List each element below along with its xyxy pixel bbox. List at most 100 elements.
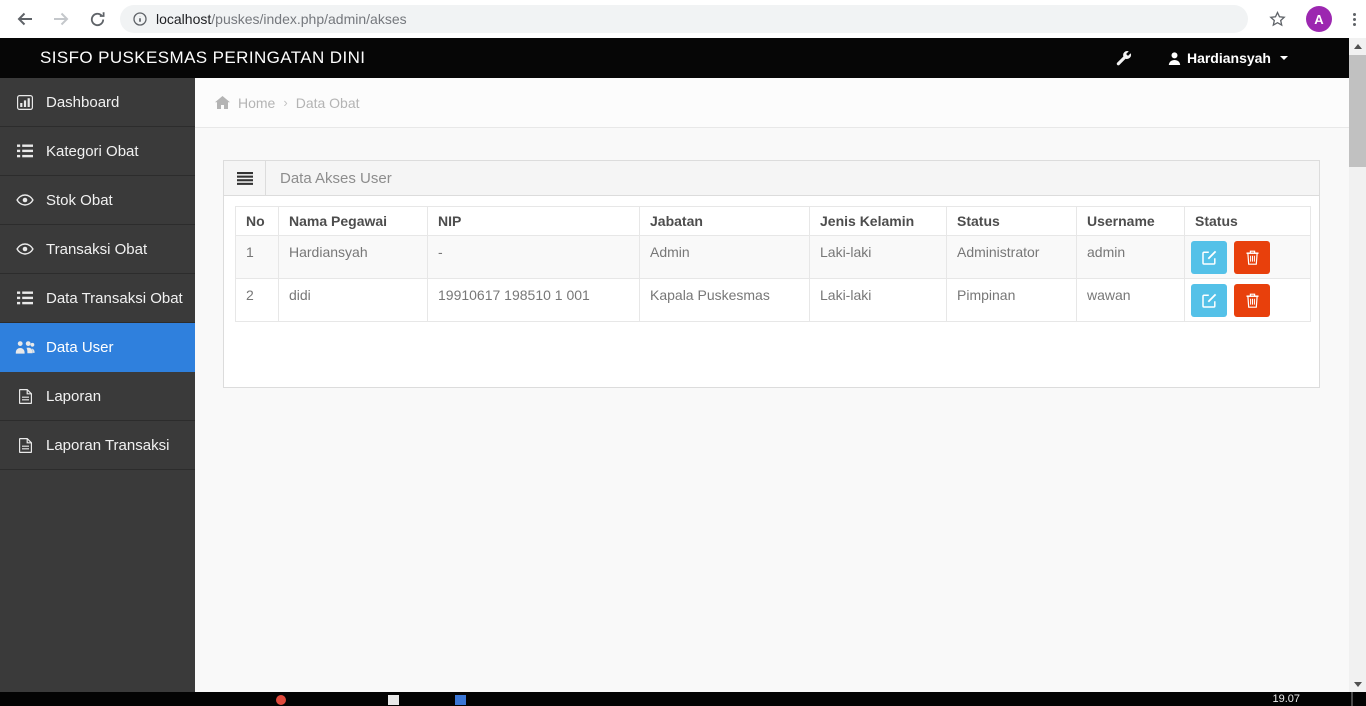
delete-button[interactable] [1234, 283, 1270, 317]
breadcrumb-current: Data Obat [295, 94, 360, 111]
col-header-no: No [235, 206, 279, 236]
sidebar-item-label: Data User [46, 338, 114, 356]
cell-no: 1 [235, 235, 279, 279]
file-icon [15, 388, 35, 404]
list-icon [15, 291, 35, 305]
wrench-icon [1116, 50, 1131, 66]
col-header-jabatan: Jabatan [639, 206, 810, 236]
eye-icon [15, 243, 35, 255]
scrollbar-thumb[interactable] [1349, 55, 1366, 167]
forward-arrow-icon [54, 12, 69, 26]
forward-button[interactable] [46, 4, 76, 34]
bar-chart-icon [15, 94, 35, 110]
col-header-nip: NIP [427, 206, 640, 236]
trash-icon [1246, 293, 1258, 308]
edit-button[interactable] [1191, 283, 1227, 317]
table-header-row: No Nama Pegawai NIP Jabatan Jenis Kelami… [235, 206, 1311, 236]
settings-wrench-button[interactable] [1104, 50, 1144, 66]
panel-header: Data Akses User [224, 161, 1319, 196]
star-icon [1268, 10, 1286, 26]
breadcrumb-home-link[interactable]: Home [238, 95, 275, 111]
col-header-status-actions: Status [1184, 206, 1311, 236]
cell-no: 2 [235, 278, 279, 322]
cell-jenis-kelamin: Laki-laki [809, 235, 947, 279]
user-menu[interactable]: Hardiansyah [1168, 50, 1288, 66]
col-header-status: Status [946, 206, 1077, 236]
trash-icon [1246, 250, 1258, 265]
breadcrumb: Home › Data Obat [195, 78, 1349, 128]
sidebar-item-stok-obat[interactable]: Stok Obat [0, 176, 195, 225]
scroll-up-button[interactable] [1349, 38, 1366, 54]
taskbar-app-icon[interactable] [455, 695, 466, 705]
list-icon [15, 144, 35, 158]
main-content: Home › Data Obat Data Akses User No Nama… [195, 78, 1349, 692]
browser-chrome: localhost/puskes/index.php/admin/akses A [0, 0, 1366, 38]
panel-body: No Nama Pegawai NIP Jabatan Jenis Kelami… [224, 196, 1319, 332]
browser-profile-avatar[interactable]: A [1306, 6, 1332, 32]
cell-nip: - [427, 235, 640, 279]
sidebar-item-laporan-transaksi[interactable]: Laporan Transaksi [0, 421, 195, 470]
sidebar-item-transaksi-obat[interactable]: Transaksi Obat [0, 225, 195, 274]
col-header-jenis-kelamin: Jenis Kelamin [809, 206, 947, 236]
panel-menu-button[interactable] [224, 161, 266, 195]
sidebar-item-kategori-obat[interactable]: Kategori Obat [0, 127, 195, 176]
scroll-down-button[interactable] [1349, 676, 1366, 692]
cell-nama: didi [278, 278, 428, 322]
panel-title: Data Akses User [280, 169, 392, 187]
sidebar-item-data-transaksi-obat[interactable]: Data Transaksi Obat [0, 274, 195, 323]
delete-button[interactable] [1234, 240, 1270, 274]
cell-status: Pimpinan [946, 278, 1077, 322]
url-path: /puskes/index.php/admin/akses [211, 11, 407, 27]
sidebar-item-label: Laporan Transaksi [46, 436, 170, 454]
sidebar-item-label: Data Transaksi Obat [46, 289, 183, 307]
sidebar-item-label: Transaksi Obat [46, 240, 148, 258]
back-button[interactable] [10, 4, 40, 34]
sidebar-item-dashboard[interactable]: Dashboard [0, 78, 195, 127]
sidebar-item-label: Laporan [46, 387, 102, 405]
app-navbar: SISFO PUSKESMAS PERINGATAN DINI Hardians… [0, 38, 1366, 78]
os-taskbar: 19.07 [0, 692, 1366, 706]
breadcrumb-separator: › [283, 95, 288, 110]
cell-jabatan: Kapala Puskesmas [639, 278, 810, 322]
data-akses-panel: Data Akses User No Nama Pegawai NIP Jaba… [223, 160, 1320, 388]
edit-icon [1201, 293, 1216, 308]
user-menu-name: Hardiansyah [1186, 50, 1271, 66]
edit-icon [1201, 250, 1216, 265]
back-arrow-icon [17, 12, 32, 26]
url-bar[interactable]: localhost/puskes/index.php/admin/akses [120, 5, 1248, 33]
cell-username: wawan [1076, 278, 1185, 322]
taskbar-app-icon[interactable] [388, 695, 399, 705]
browser-menu-button[interactable] [1342, 6, 1366, 32]
cell-jenis-kelamin: Laki-laki [809, 278, 947, 322]
edit-button[interactable] [1191, 240, 1227, 274]
taskbar-divider [1351, 692, 1353, 706]
home-icon [215, 96, 230, 109]
sidebar-item-label: Dashboard [46, 93, 120, 111]
sidebar-item-data-user[interactable]: Data User [0, 323, 195, 372]
user-icon [1168, 51, 1181, 65]
col-header-nama-pegawai: Nama Pegawai [278, 206, 428, 236]
sidebar-item-laporan[interactable]: Laporan [0, 372, 195, 421]
file-icon [15, 437, 35, 453]
table-row: 1 Hardiansyah - Admin Laki-laki Administ… [235, 235, 1311, 279]
cell-jabatan: Admin [639, 235, 810, 279]
sidebar-item-label: Stok Obat [46, 191, 113, 209]
cell-actions [1184, 278, 1311, 322]
eye-icon [15, 194, 35, 206]
cell-actions [1184, 235, 1311, 279]
triangle-up-icon [1353, 43, 1362, 49]
table-row: 2 didi 19910617 198510 1 001 Kapala Pusk… [235, 278, 1311, 322]
users-icon [15, 340, 35, 354]
hamburger-icon [236, 171, 253, 185]
sidebar-item-label: Kategori Obat [46, 142, 139, 160]
triangle-down-icon [1353, 681, 1362, 687]
cell-nip: 19910617 198510 1 001 [427, 278, 640, 322]
refresh-button[interactable] [82, 4, 112, 34]
cell-nama: Hardiansyah [278, 235, 428, 279]
bookmark-star-button[interactable] [1262, 4, 1292, 34]
refresh-icon [90, 11, 104, 26]
page-info-icon[interactable] [133, 12, 147, 26]
url-host: localhost [156, 11, 212, 27]
page-scrollbar[interactable] [1349, 38, 1366, 692]
recording-dot-icon [276, 695, 286, 705]
